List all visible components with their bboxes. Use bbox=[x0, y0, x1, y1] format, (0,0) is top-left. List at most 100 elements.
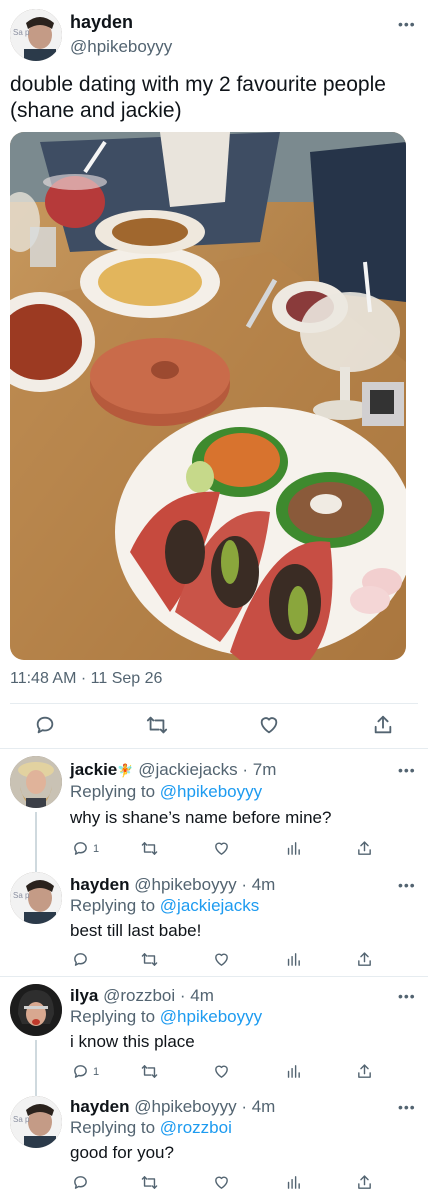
like-button[interactable] bbox=[213, 1174, 230, 1191]
divider bbox=[0, 748, 428, 749]
reply-text: i know this place bbox=[70, 1032, 195, 1051]
reply-author-name[interactable]: hayden bbox=[70, 875, 130, 894]
more-options-icon[interactable]: ••• bbox=[398, 877, 416, 893]
reply-count: 1 bbox=[93, 1065, 100, 1078]
reply-author-handle[interactable]: @hpikeboyyy bbox=[134, 1097, 236, 1116]
author-name[interactable]: hayden bbox=[70, 12, 133, 33]
replying-to-line: Replying to @jackiejacks bbox=[70, 896, 259, 916]
retweet-icon bbox=[141, 953, 158, 966]
more-options-icon[interactable]: ••• bbox=[398, 16, 416, 32]
reply-header: hayden @hpikeboyyy · 4m bbox=[70, 875, 275, 895]
fairy-emoji: 🧚 bbox=[117, 763, 134, 778]
thread-line bbox=[35, 1040, 37, 1096]
reply-button[interactable] bbox=[72, 1174, 89, 1191]
reply-button[interactable]: 1 bbox=[72, 840, 99, 857]
food-photo-image bbox=[10, 132, 406, 660]
like-icon bbox=[215, 953, 228, 966]
like-icon bbox=[215, 1176, 228, 1189]
tweet-timestamp[interactable]: 11:48 AM · 11 Sep 26 bbox=[10, 670, 162, 688]
avatar-text: Sa p bbox=[13, 28, 30, 37]
retweet-icon bbox=[141, 842, 158, 855]
reply-time[interactable]: · 4m bbox=[180, 986, 214, 1005]
share-button[interactable] bbox=[356, 840, 373, 857]
tweet-photo[interactable] bbox=[10, 132, 406, 660]
analytics-button[interactable] bbox=[285, 1063, 302, 1080]
more-options-icon[interactable]: ••• bbox=[398, 988, 416, 1004]
like-button[interactable] bbox=[213, 951, 230, 968]
retweet-button[interactable] bbox=[140, 951, 159, 968]
reply-icon bbox=[74, 842, 87, 855]
like-button[interactable] bbox=[213, 840, 230, 857]
reply-author-handle[interactable]: @jackiejacks bbox=[138, 760, 237, 779]
more-options-icon[interactable]: ••• bbox=[398, 1099, 416, 1115]
replying-to-handle[interactable]: @hpikeboyyy bbox=[160, 1007, 262, 1026]
avatar-photo bbox=[10, 756, 62, 808]
more-options-icon[interactable]: ••• bbox=[398, 762, 416, 778]
retweet-icon bbox=[146, 716, 168, 734]
replying-to-line: Replying to @rozzboi bbox=[70, 1118, 232, 1138]
share-button[interactable] bbox=[356, 951, 373, 968]
retweet-button[interactable] bbox=[140, 1174, 159, 1191]
reply-author-name[interactable]: hayden bbox=[70, 1097, 130, 1116]
avatar-ilya[interactable] bbox=[10, 984, 62, 1036]
reply-icon bbox=[74, 953, 87, 966]
analytics-icon bbox=[287, 953, 300, 966]
replying-to-handle[interactable]: @hpikeboyyy bbox=[160, 782, 262, 801]
share-icon bbox=[358, 1064, 371, 1078]
share-button[interactable] bbox=[372, 714, 394, 736]
reply-icon bbox=[74, 1065, 87, 1078]
thread-line bbox=[35, 812, 37, 872]
share-icon bbox=[358, 952, 371, 966]
reply-text: best till last babe! bbox=[70, 921, 202, 940]
share-button[interactable] bbox=[356, 1063, 373, 1080]
analytics-icon bbox=[287, 842, 300, 855]
reply-text: why is shane’s name before mine? bbox=[70, 808, 332, 827]
reply-time[interactable]: · 7m bbox=[242, 760, 276, 779]
reply-time[interactable]: · 4m bbox=[241, 1097, 275, 1116]
replying-to-handle[interactable]: @rozzboi bbox=[160, 1118, 232, 1137]
replying-to-line: Replying to @hpikeboyyy bbox=[70, 1007, 262, 1027]
reply-button[interactable] bbox=[72, 951, 89, 968]
replying-to-handle[interactable]: @jackiejacks bbox=[160, 896, 259, 915]
replying-to-line: Replying to @hpikeboyyy bbox=[70, 782, 262, 802]
author-handle[interactable]: @hpikeboyyy bbox=[70, 37, 172, 57]
avatar-jackie[interactable] bbox=[10, 756, 62, 808]
retweet-button[interactable] bbox=[145, 714, 169, 736]
avatar-photo: Sa p bbox=[10, 9, 62, 61]
reply-text: good for you? bbox=[70, 1143, 174, 1162]
reply-author-name[interactable]: ilya bbox=[70, 986, 98, 1005]
reply-author-handle[interactable]: @hpikeboyyy bbox=[134, 875, 236, 894]
divider bbox=[0, 976, 428, 977]
share-button[interactable] bbox=[356, 1174, 373, 1191]
reply-time[interactable]: · 4m bbox=[241, 875, 275, 894]
retweet-button[interactable] bbox=[140, 1063, 159, 1080]
analytics-icon bbox=[287, 1065, 300, 1078]
reply-author-name[interactable]: jackie bbox=[70, 760, 117, 779]
avatar-hayden[interactable]: Sa p bbox=[10, 872, 62, 924]
avatar-hayden[interactable]: Sa p bbox=[10, 1096, 62, 1148]
retweet-icon bbox=[141, 1176, 158, 1189]
reply-button[interactable] bbox=[34, 714, 56, 736]
replying-to-label: Replying to bbox=[70, 1007, 156, 1026]
replying-to-label: Replying to bbox=[70, 782, 156, 801]
reply-header: jackie🧚 @jackiejacks · 7m bbox=[70, 760, 276, 780]
share-icon bbox=[374, 715, 392, 734]
share-icon bbox=[358, 841, 371, 855]
like-button[interactable] bbox=[258, 714, 280, 736]
divider bbox=[10, 703, 418, 704]
reply-button[interactable]: 1 bbox=[72, 1063, 99, 1080]
replying-to-label: Replying to bbox=[70, 896, 156, 915]
analytics-button[interactable] bbox=[285, 840, 302, 857]
retweet-icon bbox=[141, 1065, 158, 1078]
reply-author-handle[interactable]: @rozzboi bbox=[103, 986, 175, 1005]
tweet-text: double dating with my 2 favourite people… bbox=[10, 73, 386, 122]
avatar-photo bbox=[10, 984, 62, 1036]
like-button[interactable] bbox=[213, 1063, 230, 1080]
replying-to-label: Replying to bbox=[70, 1118, 156, 1137]
avatar-text: Sa p bbox=[13, 891, 30, 900]
analytics-button[interactable] bbox=[285, 1174, 302, 1191]
reply-count: 1 bbox=[93, 842, 100, 855]
avatar-main[interactable]: Sa p bbox=[10, 9, 62, 61]
retweet-button[interactable] bbox=[140, 840, 159, 857]
analytics-button[interactable] bbox=[285, 951, 302, 968]
